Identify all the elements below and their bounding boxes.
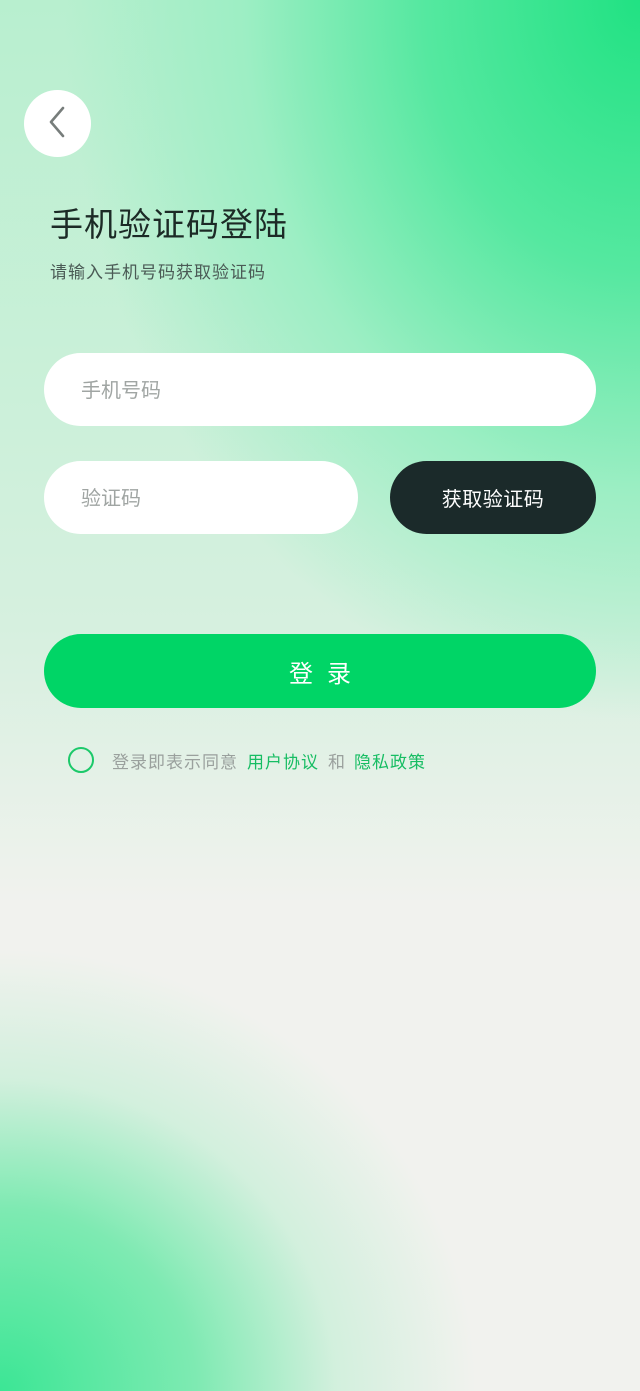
verification-code-input[interactable]	[81, 485, 358, 510]
phone-field[interactable]	[44, 353, 596, 426]
privacy-policy-link[interactable]: 隐私政策	[354, 748, 426, 773]
login-button[interactable]: 登录	[44, 634, 596, 708]
agreement-row: 登录即表示同意 用户协议 和 隐私政策	[68, 747, 426, 773]
user-agreement-link[interactable]: 用户协议	[247, 748, 319, 773]
chevron-left-icon	[45, 105, 71, 143]
agreement-prefix: 登录即表示同意	[112, 752, 238, 773]
get-code-button[interactable]: 获取验证码	[390, 461, 596, 534]
agreement-and: 和	[328, 752, 345, 773]
page-subtitle: 请输入手机号码获取验证码	[50, 263, 266, 283]
code-field[interactable]	[44, 461, 358, 534]
back-button[interactable]	[24, 90, 91, 157]
page-title: 手机验证码登陆	[50, 205, 288, 244]
agree-checkbox[interactable]	[68, 747, 94, 773]
phone-input[interactable]	[81, 377, 596, 402]
login-page: 手机验证码登陆 请输入手机号码获取验证码 获取验证码 登录 登录即表示同意 用户…	[0, 0, 640, 1391]
